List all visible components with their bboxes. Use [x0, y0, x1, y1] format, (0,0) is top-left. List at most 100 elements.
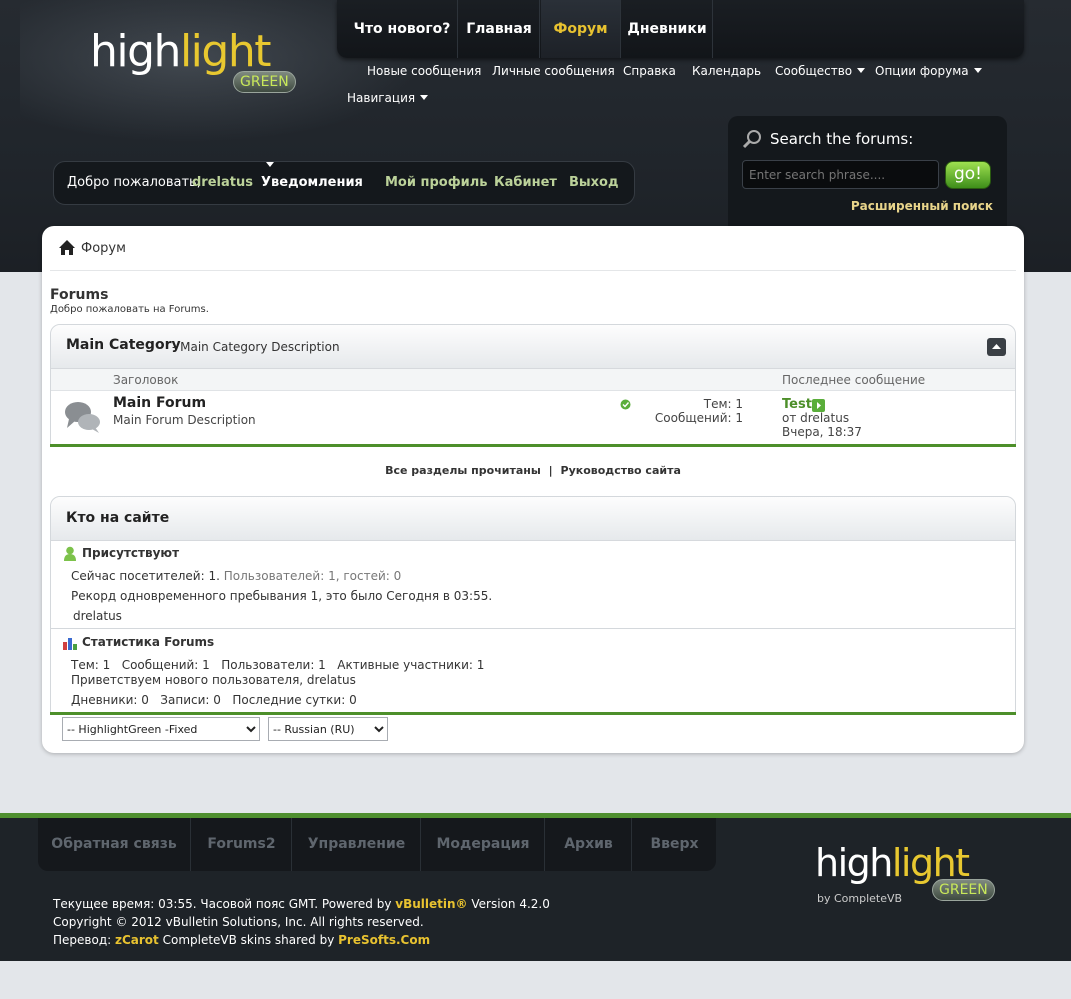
- forum-posts-count: Сообщений: 1: [654, 411, 743, 425]
- logo-text-high: high: [90, 26, 181, 77]
- online-footer-bar: [50, 712, 1016, 715]
- footer-link-forums2[interactable]: Forums2: [192, 818, 292, 871]
- welcome-username-link[interactable]: drelatus: [192, 162, 253, 204]
- zcarot-link[interactable]: zCarot: [115, 933, 159, 947]
- forum-threads-count: Тем: 1: [703, 397, 743, 411]
- page-bottom: [0, 961, 1071, 999]
- statistics-heading: Статистика Forums: [82, 635, 215, 649]
- notifications-label: Уведомления: [261, 175, 363, 190]
- category-name[interactable]: Main Category: [66, 337, 181, 353]
- chevron-down-icon: [420, 95, 429, 100]
- footer-logo-badge: GREEN: [932, 879, 995, 901]
- cabinet-link[interactable]: Кабинет: [494, 162, 557, 204]
- subnav-navigation-label: Навигация: [347, 91, 416, 105]
- logo-badge: GREEN: [233, 71, 296, 93]
- last-post-title-link[interactable]: Test: [782, 397, 812, 412]
- my-profile-link[interactable]: Мой профиль: [385, 162, 487, 204]
- search-input[interactable]: [742, 160, 939, 189]
- search-title: Search the forums:: [770, 130, 914, 148]
- column-last-post-header: Последнее сообщение: [782, 373, 926, 387]
- visitors-breakdown: Пользователей: 1, гостей: 0: [223, 569, 402, 583]
- link-separator: |: [548, 464, 553, 477]
- tab-forum[interactable]: Форум: [541, 0, 621, 58]
- breadcrumb-divider: [50, 270, 1016, 271]
- statistics-chart-icon: [63, 638, 77, 650]
- footer-link-top[interactable]: Вверх: [633, 818, 716, 871]
- subnav-navigation[interactable]: Навигация: [347, 91, 429, 105]
- forum-row: Main Forum Main Forum Description Тем: 1…: [51, 391, 1015, 445]
- whos-online-block: Кто на сайте Присутствуют Сейчас посетит…: [50, 496, 1016, 714]
- chevron-down-icon: [266, 162, 274, 167]
- search-go-button[interactable]: go!: [945, 161, 991, 189]
- advanced-search-link[interactable]: Расширенный поиск: [851, 199, 993, 213]
- online-divider: [51, 628, 1015, 629]
- category-description: - Main Category Description: [172, 340, 340, 354]
- column-title-header: Заголовок: [113, 373, 179, 387]
- mark-all-read-link[interactable]: Все разделы прочитаны: [385, 464, 541, 477]
- style-chooser-select[interactable]: -- HighlightGreen -Fixed: [62, 717, 260, 741]
- top-navigation: Что нового? Главная Форум Дневники: [337, 0, 1024, 58]
- subnav-help[interactable]: Справка: [623, 64, 676, 78]
- chevron-down-icon: [857, 68, 866, 73]
- user-icon: [64, 546, 76, 561]
- chevron-down-icon: [973, 68, 982, 73]
- whos-online-header: Кто на сайте: [51, 497, 1015, 541]
- footer-logo-text-high: high: [815, 841, 893, 885]
- presofts-link[interactable]: PreSofts.Com: [338, 933, 430, 947]
- last-post-time: Вчера, 18:37: [782, 425, 862, 439]
- vbulletin-link[interactable]: vBulletin®: [395, 897, 467, 911]
- blog-statistics: Дневники: 0 Записи: 0 Последние сутки: 0: [71, 693, 357, 707]
- forum-description: Main Forum Description: [113, 413, 256, 427]
- category-footer-bar: [50, 444, 1016, 447]
- statistics-counts: Тем: 1 Сообщений: 1 Пользователи: 1 Акти…: [71, 658, 485, 672]
- subnav-private-messages[interactable]: Личные сообщения: [492, 64, 615, 78]
- tab-whats-new[interactable]: Что нового?: [347, 0, 458, 58]
- subnav-calendar[interactable]: Календарь: [692, 64, 761, 78]
- visitors-count: Сейчас посетителей: 1. Пользователей: 1,…: [71, 569, 401, 583]
- footer-time: Текущее время: 03:55. Часовой пояс GMT. …: [53, 897, 396, 911]
- page-title: Forums: [50, 287, 109, 303]
- search-icon: [742, 130, 761, 149]
- subnav-community-label: Сообщество: [775, 64, 853, 78]
- subnav-forum-options-label: Опции форума: [875, 64, 969, 78]
- column-header-row: Заголовок Последнее сообщение: [51, 369, 1015, 391]
- last-post-author: от drelatus: [782, 411, 850, 425]
- collapse-icon[interactable]: [987, 338, 1006, 356]
- online-user-link[interactable]: drelatus: [73, 609, 122, 623]
- site-footer: Обратная связь Forums2 Управление Модера…: [0, 813, 1071, 961]
- footer-time-line: Текущее время: 03:55. Часовой пояс GMT. …: [53, 897, 550, 911]
- welcome-greeting: Добро пожаловать,: [67, 175, 201, 190]
- logout-link[interactable]: Выход: [569, 162, 618, 204]
- tab-blogs[interactable]: Дневники: [622, 0, 713, 58]
- footer-link-admin[interactable]: Управление: [293, 818, 421, 871]
- page-subtitle: Добро пожаловать на Forums.: [50, 304, 209, 315]
- online-record: Рекорд одновременного пребывания 1, это …: [71, 589, 493, 603]
- site-guide-link[interactable]: Руководство сайта: [561, 464, 681, 477]
- breadcrumb[interactable]: Форум: [81, 241, 126, 256]
- footer-navigation: Обратная связь Forums2 Управление Модера…: [38, 818, 716, 871]
- forum-status-icon: [65, 402, 100, 433]
- footer-logo-byline: by CompleteVB: [817, 892, 903, 905]
- forum-links: Все разделы прочитаны | Руководство сайт…: [42, 464, 1024, 477]
- footer-version: Version 4.2.0: [467, 897, 550, 911]
- footer-skins-text: CompleteVB skins shared by: [158, 933, 339, 947]
- visitors-total: Сейчас посетителей: 1.: [71, 569, 220, 583]
- footer-link-moderation[interactable]: Модерация: [422, 818, 545, 871]
- tab-home[interactable]: Главная: [459, 0, 540, 58]
- logo-text-light: light: [179, 26, 272, 77]
- subnav-new-posts[interactable]: Новые сообщения: [367, 64, 481, 78]
- footer-translation-line: Перевод: zCarot CompleteVB skins shared …: [53, 933, 430, 947]
- footer-link-contact[interactable]: Обратная связь: [38, 818, 191, 871]
- forum-rss-check-icon: [620, 399, 631, 410]
- footer-link-archive[interactable]: Архив: [546, 818, 632, 871]
- main-content: Форум Forums Добро пожаловать на Forums.…: [42, 226, 1024, 753]
- newest-member: Приветствуем нового пользователя, drelat…: [71, 673, 356, 687]
- home-icon[interactable]: [58, 239, 76, 257]
- language-chooser-select[interactable]: -- Russian (RU): [268, 717, 388, 741]
- category-header: Main Category - Main Category Descriptio…: [51, 325, 1015, 369]
- welcome-bar: Добро пожаловать, drelatus Уведомления М…: [53, 161, 635, 205]
- subnav-forum-options[interactable]: Опции форума: [875, 64, 982, 78]
- forum-title-link[interactable]: Main Forum: [113, 395, 206, 411]
- subnav-community[interactable]: Сообщество: [775, 64, 866, 78]
- category-block: Main Category - Main Category Descriptio…: [50, 324, 1016, 446]
